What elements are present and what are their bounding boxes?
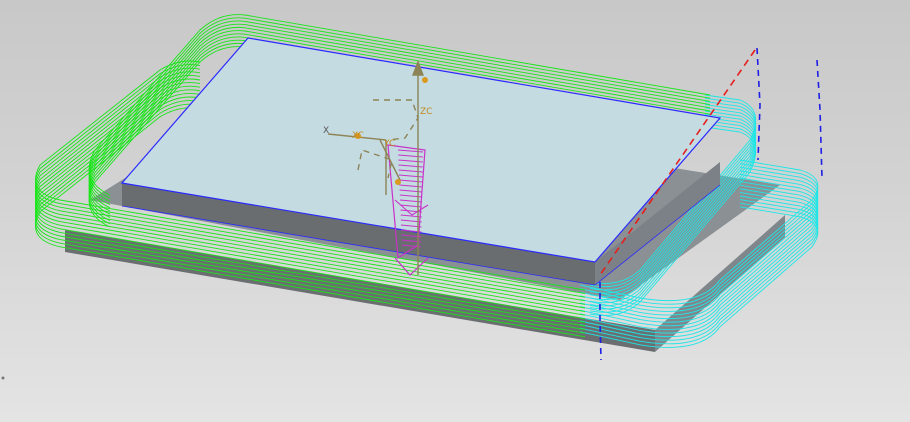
viewport-marker <box>1 376 5 380</box>
graphics-viewport[interactable]: ZC XC YC X <box>0 0 910 422</box>
rapid-move-blue-left <box>756 47 761 161</box>
label-x: X <box>323 126 329 136</box>
label-zc: ZC <box>420 107 432 117</box>
tool-axis-handle <box>422 77 428 83</box>
rapid-move-blue-right <box>816 59 823 179</box>
origin-handle <box>395 179 401 185</box>
cam-toolpath-view[interactable]: ZC XC YC X <box>0 0 910 422</box>
label-yc: YC <box>383 139 395 149</box>
label-xc: XC <box>352 131 364 141</box>
